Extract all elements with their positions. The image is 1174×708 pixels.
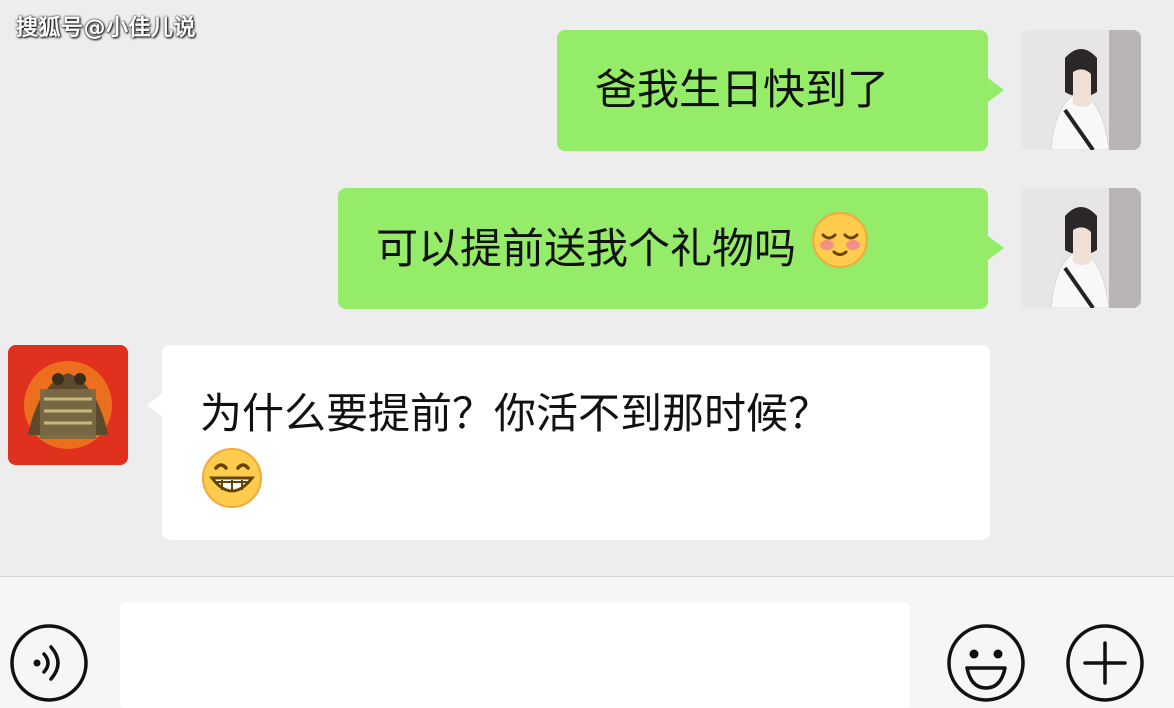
bubble-tail	[988, 78, 1004, 102]
message-bubble-sent[interactable]: 可以提前送我个礼物吗	[338, 188, 988, 309]
grinning-face-icon	[200, 446, 264, 528]
my-avatar[interactable]	[1021, 30, 1141, 150]
blushing-face-icon	[811, 211, 869, 284]
contact-avatar[interactable]	[8, 345, 128, 465]
plus-icon[interactable]	[1064, 622, 1146, 708]
smiley-icon[interactable]	[945, 622, 1027, 708]
voice-icon[interactable]	[8, 622, 90, 708]
message-text: 可以提前送我个礼物吗	[376, 224, 797, 273]
bubble-tail	[147, 393, 163, 417]
my-avatar[interactable]	[1021, 188, 1141, 308]
message-bubble-sent[interactable]: 爸我生日快到了	[557, 30, 988, 151]
message-input[interactable]	[120, 602, 910, 708]
watermark: 搜狐号@小佳儿说	[16, 16, 197, 41]
message-text: 爸我生日快到了	[595, 65, 890, 114]
message-text: 为什么要提前？你活不到那时候？	[200, 389, 831, 438]
message-bubble-received[interactable]: 为什么要提前？你活不到那时候？	[162, 345, 990, 540]
bubble-tail	[988, 236, 1004, 260]
